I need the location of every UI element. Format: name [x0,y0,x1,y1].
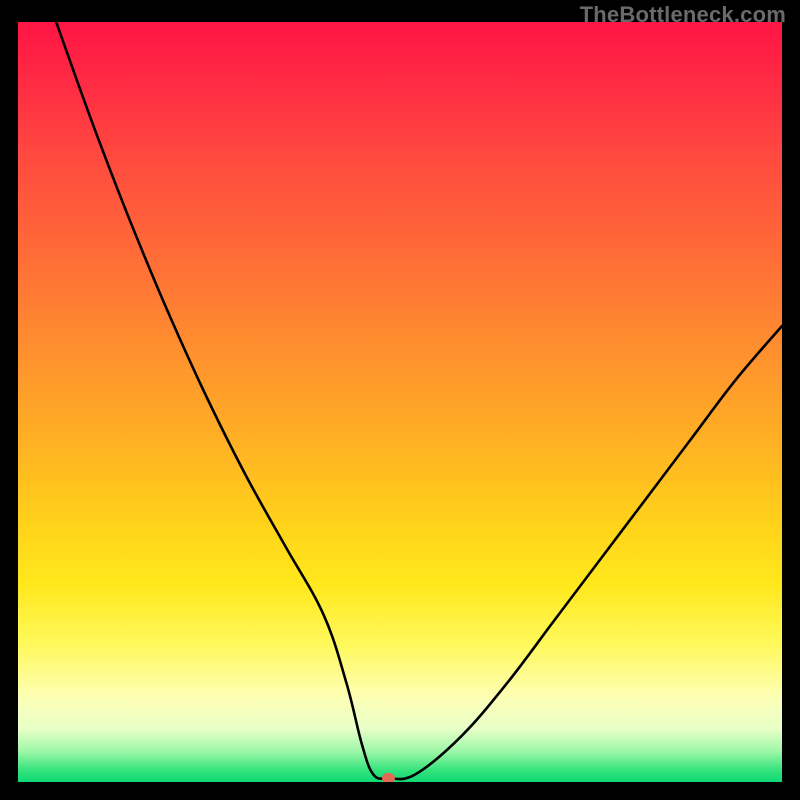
watermark-text: TheBottleneck.com [580,2,786,28]
minimum-marker [382,773,395,782]
plot-area [18,22,782,782]
bottleneck-curve [56,22,782,779]
chart-frame: TheBottleneck.com [0,0,800,800]
curve-svg [18,22,782,782]
